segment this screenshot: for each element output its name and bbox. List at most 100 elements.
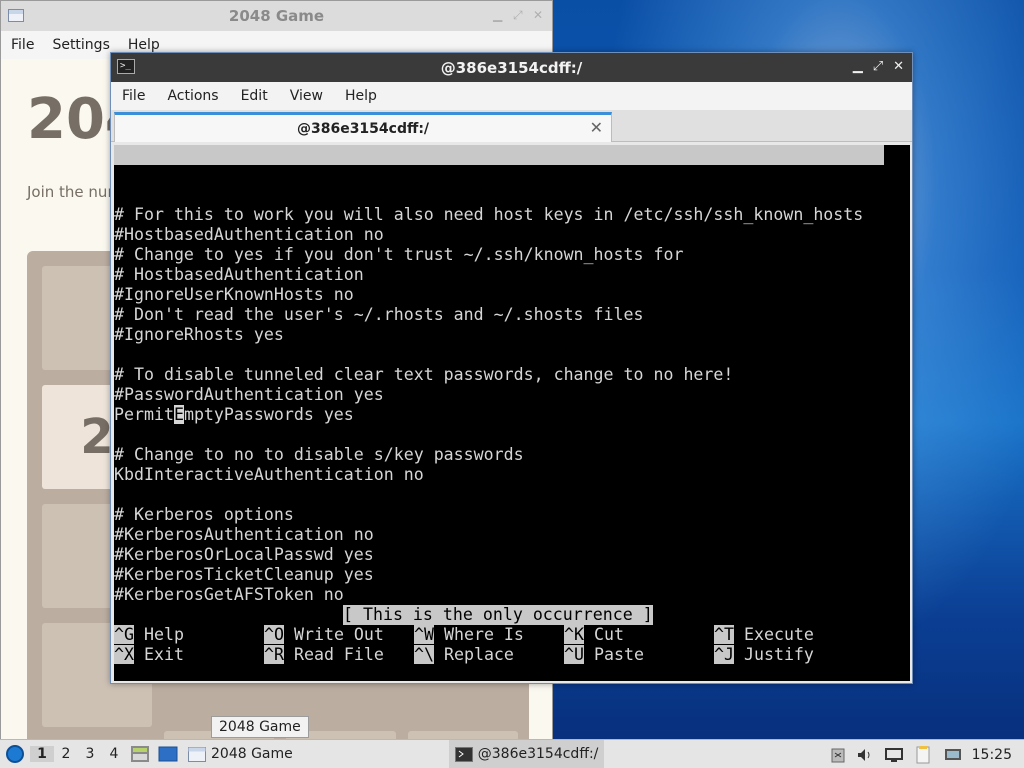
menu-help[interactable]: Help <box>345 88 377 104</box>
shortcut-key: ^W <box>414 625 434 644</box>
nano-line <box>114 485 863 505</box>
shortcut-exit[interactable]: ^X Exit <box>114 645 184 665</box>
terminal-tabbar: @386e3154cdff:/ ✕ <box>111 110 912 142</box>
tab-close-icon[interactable]: ✕ <box>590 118 603 137</box>
shortcut-help[interactable]: ^G Help <box>114 625 184 645</box>
shortcut-label: Execute <box>743 625 814 644</box>
terminal-menubar: File Actions Edit View Help <box>111 82 912 110</box>
shortcut-paste[interactable]: ^U Paste <box>564 645 644 665</box>
workspace-3[interactable]: 3 <box>78 746 102 762</box>
minimize-icon[interactable]: ▁ <box>493 8 502 22</box>
nano-line: #KerberosGetAFSToken no <box>114 585 344 604</box>
show-desktop-icon[interactable] <box>157 743 179 765</box>
shortcut-label: Paste <box>593 645 644 664</box>
menu-file[interactable]: File <box>11 37 34 53</box>
nano-line: #KerberosOrLocalPasswd yes <box>114 545 374 564</box>
terminal-icon: >_ <box>117 59 135 74</box>
nano-line: # Don't read the user's ~/.rhosts and ~/… <box>114 305 644 324</box>
shortcut-key: ^R <box>264 645 284 664</box>
shortcut-label: Exit <box>143 645 184 664</box>
clipboard-icon[interactable] <box>830 747 846 763</box>
game-intro-text: Join the num <box>27 183 123 201</box>
shortcut-key: ^X <box>114 645 134 664</box>
menu-view[interactable]: View <box>290 88 323 104</box>
task-terminal[interactable]: @386e3154cdff:/ <box>448 739 605 768</box>
terminal-window[interactable]: >_ @386e3154cdff:/ ▁ ⤢ ✕ File Actions Ed… <box>110 52 913 684</box>
terminal-tab[interactable]: @386e3154cdff:/ ✕ <box>114 112 612 142</box>
taskbar-tooltip: 2048 Game <box>211 716 309 738</box>
shortcut-key: ^O <box>264 625 284 644</box>
nano-version: GNU nano 6.3 <box>134 165 254 184</box>
shortcut-write-out[interactable]: ^O Write Out <box>264 625 384 645</box>
nano-line: # Change to yes if you don't trust ~/.ss… <box>114 245 684 264</box>
distro-logo-icon <box>6 745 24 763</box>
terminal-screen[interactable]: GNU nano 6.3 /etc/ssh/sshd_config # For … <box>114 145 910 681</box>
task-label: 2048 Game <box>211 746 293 762</box>
nano-line: KbdInteractiveAuthentication no <box>114 465 424 484</box>
maximize-icon[interactable]: ⤢ <box>513 8 523 23</box>
menu-settings[interactable]: Settings <box>52 37 109 53</box>
shortcut-key: ^\ <box>414 645 434 664</box>
nano-line: # Kerberos options <box>114 505 294 524</box>
maximize-icon[interactable]: ⤢ <box>873 59 883 74</box>
nano-status: [ This is the only occurrence ] <box>343 605 653 625</box>
volume-icon[interactable] <box>856 747 874 763</box>
shortcut-read-file[interactable]: ^R Read File <box>264 645 384 665</box>
system-tray: 15:25 <box>830 740 1024 768</box>
shortcut-label: Justify <box>743 645 814 664</box>
terminal-icon <box>454 746 473 762</box>
close-icon[interactable]: ✕ <box>893 59 904 74</box>
nano-line: # For this to work you will also need ho… <box>114 205 864 224</box>
workspace-4[interactable]: 4 <box>102 746 126 762</box>
text-cursor: E <box>173 405 184 424</box>
workspace-1[interactable]: 1 <box>30 746 54 762</box>
shortcut-replace[interactable]: ^\ Replace <box>414 645 514 665</box>
nano-line: # HostbasedAuthentication <box>114 265 364 284</box>
shortcut-cut[interactable]: ^K Cut <box>564 625 624 645</box>
shortcut-label: Read File <box>293 645 384 664</box>
notes-icon[interactable] <box>914 745 934 765</box>
workspace-2[interactable]: 2 <box>54 746 78 762</box>
shortcut-key: ^T <box>714 625 734 644</box>
task-label: @386e3154cdff:/ <box>477 746 599 762</box>
shortcut-justify[interactable]: ^J Justify <box>714 645 814 665</box>
network-icon[interactable] <box>884 747 904 763</box>
nano-line: # To disable tunneled clear text passwor… <box>114 365 734 384</box>
nano-line: #PasswordAuthentication yes <box>114 385 384 404</box>
game-window-title: 2048 Game <box>228 7 325 25</box>
minimize-icon[interactable]: ▁ <box>853 59 863 74</box>
menu-actions[interactable]: Actions <box>167 88 218 104</box>
nano-line: #IgnoreRhosts yes <box>114 325 284 344</box>
terminal-titlebar[interactable]: >_ @386e3154cdff:/ ▁ ⤢ ✕ <box>111 53 912 82</box>
nano-header: GNU nano 6.3 /etc/ssh/sshd_config <box>114 145 884 204</box>
terminal-tab-label: @386e3154cdff:/ <box>296 120 430 137</box>
menu-file[interactable]: File <box>122 88 145 104</box>
menu-edit[interactable]: Edit <box>241 88 268 104</box>
shortcut-key: ^U <box>564 645 584 664</box>
nano-line <box>114 345 863 365</box>
nano-line: #KerberosAuthentication no <box>114 525 374 544</box>
menu-help[interactable]: Help <box>128 37 160 53</box>
nano-line <box>114 425 863 445</box>
shortcut-execute[interactable]: ^T Execute <box>714 625 814 645</box>
shortcut-label: Replace <box>443 645 514 664</box>
display-icon[interactable] <box>944 747 962 763</box>
task-2048-game[interactable]: 2048 Game <box>182 740 299 768</box>
line-text: mptyPasswords yes <box>183 405 354 424</box>
start-menu-button[interactable] <box>0 740 30 768</box>
file-manager-icon[interactable] <box>129 743 151 765</box>
shortcut-label: Write Out <box>293 625 384 644</box>
shortcut-where-is[interactable]: ^W Where Is <box>414 625 524 645</box>
nano-line: PermitEmptyPasswords yes <box>114 405 863 425</box>
nano-line: #KerberosTicketCleanup yes <box>114 565 374 584</box>
taskbar: 1 2 3 4 2048 Game @386e3154cdff:/ 15:25 <box>0 739 1024 768</box>
shortcut-key: ^J <box>714 645 734 664</box>
nano-line: #HostbasedAuthentication no <box>114 225 384 244</box>
shortcut-key: ^G <box>114 625 134 644</box>
close-icon[interactable]: ✕ <box>533 8 543 22</box>
nano-line: # Change to no to disable s/key password… <box>114 445 524 464</box>
tile <box>408 731 518 739</box>
clock: 15:25 <box>971 746 1012 763</box>
nano-buffer[interactable]: # For this to work you will also need ho… <box>114 185 863 605</box>
game-window-titlebar[interactable]: 2048 Game ▁ ⤢ ✕ <box>1 1 552 31</box>
